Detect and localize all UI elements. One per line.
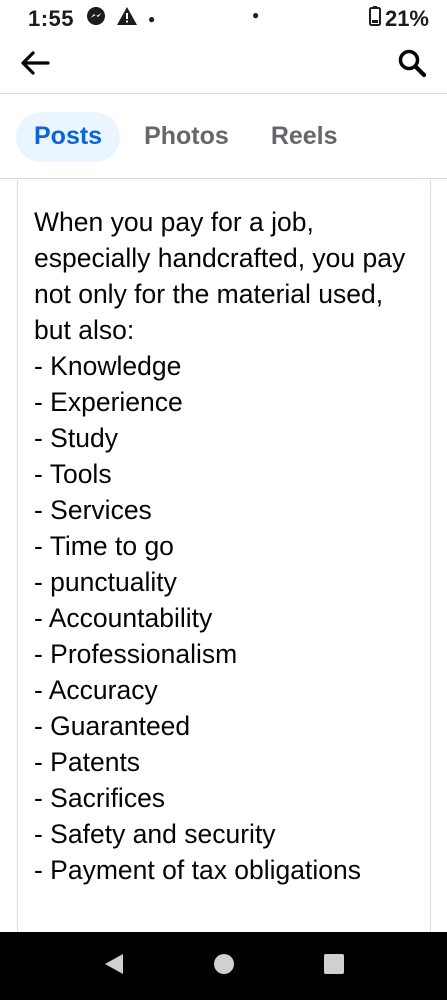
feed[interactable]: When you pay for a job, especially handc… [0,180,447,932]
tab-posts[interactable]: Posts [16,111,121,162]
post-card: When you pay for a job, especially handc… [17,180,431,932]
back-triangle-icon [103,952,125,981]
system-nav-bar [0,932,447,1000]
app-bar [0,38,447,94]
battery-icon [368,6,381,32]
nav-back-button[interactable] [100,952,128,980]
tab-reels[interactable]: Reels [253,112,356,162]
center-dot-icon: ● [252,8,260,22]
status-battery: 21% [368,6,429,32]
nav-home-button[interactable] [210,952,238,980]
arrow-left-icon [20,50,50,81]
recents-square-icon [323,953,345,980]
post-text-continued: Ne [34,924,414,932]
tab-photos[interactable]: Photos [126,112,247,162]
status-time: 1:55 [28,6,75,31]
notification-dot-icon: ● [148,12,156,26]
messenger-icon [86,6,106,32]
status-bar: 1:55 ● ● 21% [0,0,447,38]
warning-icon [116,6,138,32]
status-notification-icons: ● [86,6,155,32]
post-text: When you pay for a job, especially handc… [34,207,406,885]
back-button[interactable] [18,49,52,83]
battery-level: 21% [384,6,429,31]
profile-tabs: Posts Photos Reels [0,95,447,179]
search-icon [397,48,427,83]
home-circle-icon [213,953,235,980]
nav-recents-button[interactable] [320,952,348,980]
search-button[interactable] [395,49,429,83]
